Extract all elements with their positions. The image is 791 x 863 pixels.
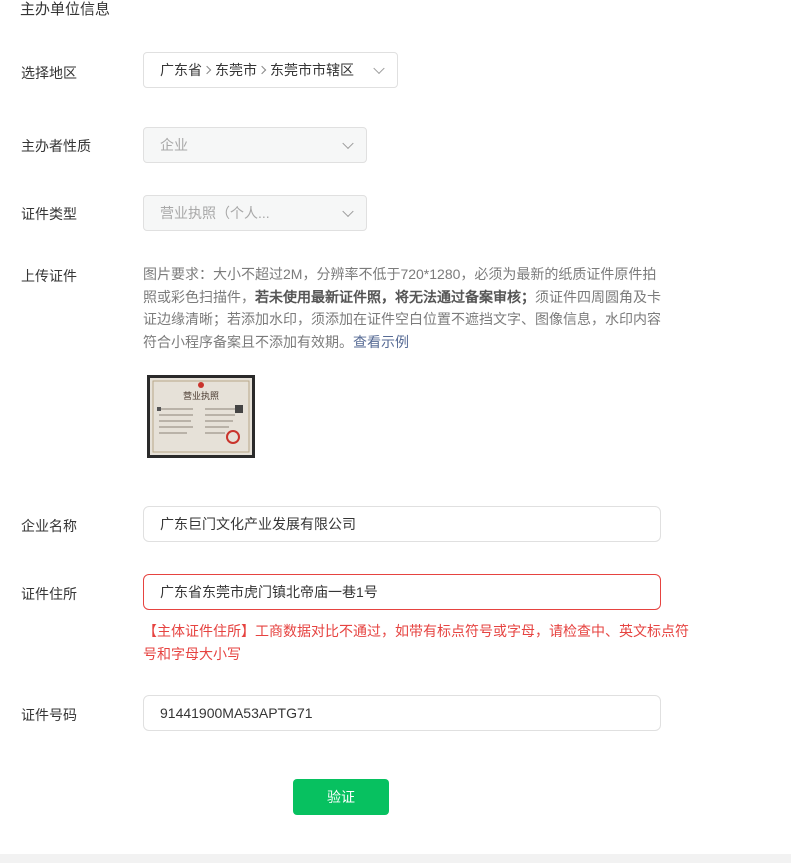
- region-select[interactable]: 广东省 东莞市 东莞市市辖区: [143, 52, 398, 88]
- requirements-warning: 若未使用最新证件照，将无法通过备案审核；: [255, 288, 535, 305]
- upload-requirements: 图片要求：大小不超过2M，分辨率不低于720*1280，必须为最新的纸质证件原件…: [143, 263, 668, 353]
- cert-type-value: 营业执照（个人...: [160, 205, 270, 221]
- chevron-down-icon: [342, 137, 354, 150]
- nature-label: 主办者性质: [21, 138, 91, 154]
- cert-address-error: 【主体证件住所】工商数据对比不通过，如带有标点符号或字母，请检查中、英文标点符号…: [143, 623, 689, 662]
- chevron-down-icon: [373, 62, 385, 75]
- cert-number-input[interactable]: 91441900MA53APTG71: [143, 695, 661, 731]
- cert-type-label: 证件类型: [21, 206, 77, 222]
- company-name-value: 广东巨门文化产业发展有限公司: [160, 516, 356, 532]
- nature-value: 企业: [160, 137, 188, 153]
- region-value: 广东省 东莞市 东莞市市辖区: [160, 60, 354, 80]
- cert-address-input[interactable]: 广东省东莞市虎门镇北帝庙一巷1号: [143, 574, 661, 610]
- view-example-link[interactable]: 查看示例: [353, 334, 409, 350]
- footer-bar: [0, 854, 791, 863]
- chevron-down-icon: [342, 205, 354, 218]
- cert-address-label: 证件住所: [21, 586, 77, 602]
- section-title: 主办单位信息: [20, 1, 111, 18]
- cert-type-select: 营业执照（个人...: [143, 195, 367, 231]
- nature-select: 企业: [143, 127, 367, 163]
- region-province: 广东省: [160, 62, 202, 78]
- chevron-right-icon: [202, 65, 212, 75]
- chevron-right-icon: [257, 65, 267, 75]
- thumbnail-title: 营业执照: [183, 390, 219, 402]
- cert-number-value: 91441900MA53APTG71: [160, 705, 313, 721]
- company-name-input[interactable]: 广东巨门文化产业发展有限公司: [143, 506, 661, 542]
- region-city: 东莞市: [215, 62, 257, 78]
- uploaded-license-thumbnail[interactable]: 营业执照: [147, 375, 255, 458]
- company-name-label: 企业名称: [21, 518, 77, 534]
- verify-button[interactable]: 验证: [293, 779, 389, 815]
- upload-label: 上传证件: [21, 268, 77, 284]
- cert-number-label: 证件号码: [21, 707, 77, 723]
- region-label: 选择地区: [21, 65, 77, 81]
- cert-address-value: 广东省东莞市虎门镇北帝庙一巷1号: [160, 584, 378, 600]
- region-district: 东莞市市辖区: [270, 62, 354, 78]
